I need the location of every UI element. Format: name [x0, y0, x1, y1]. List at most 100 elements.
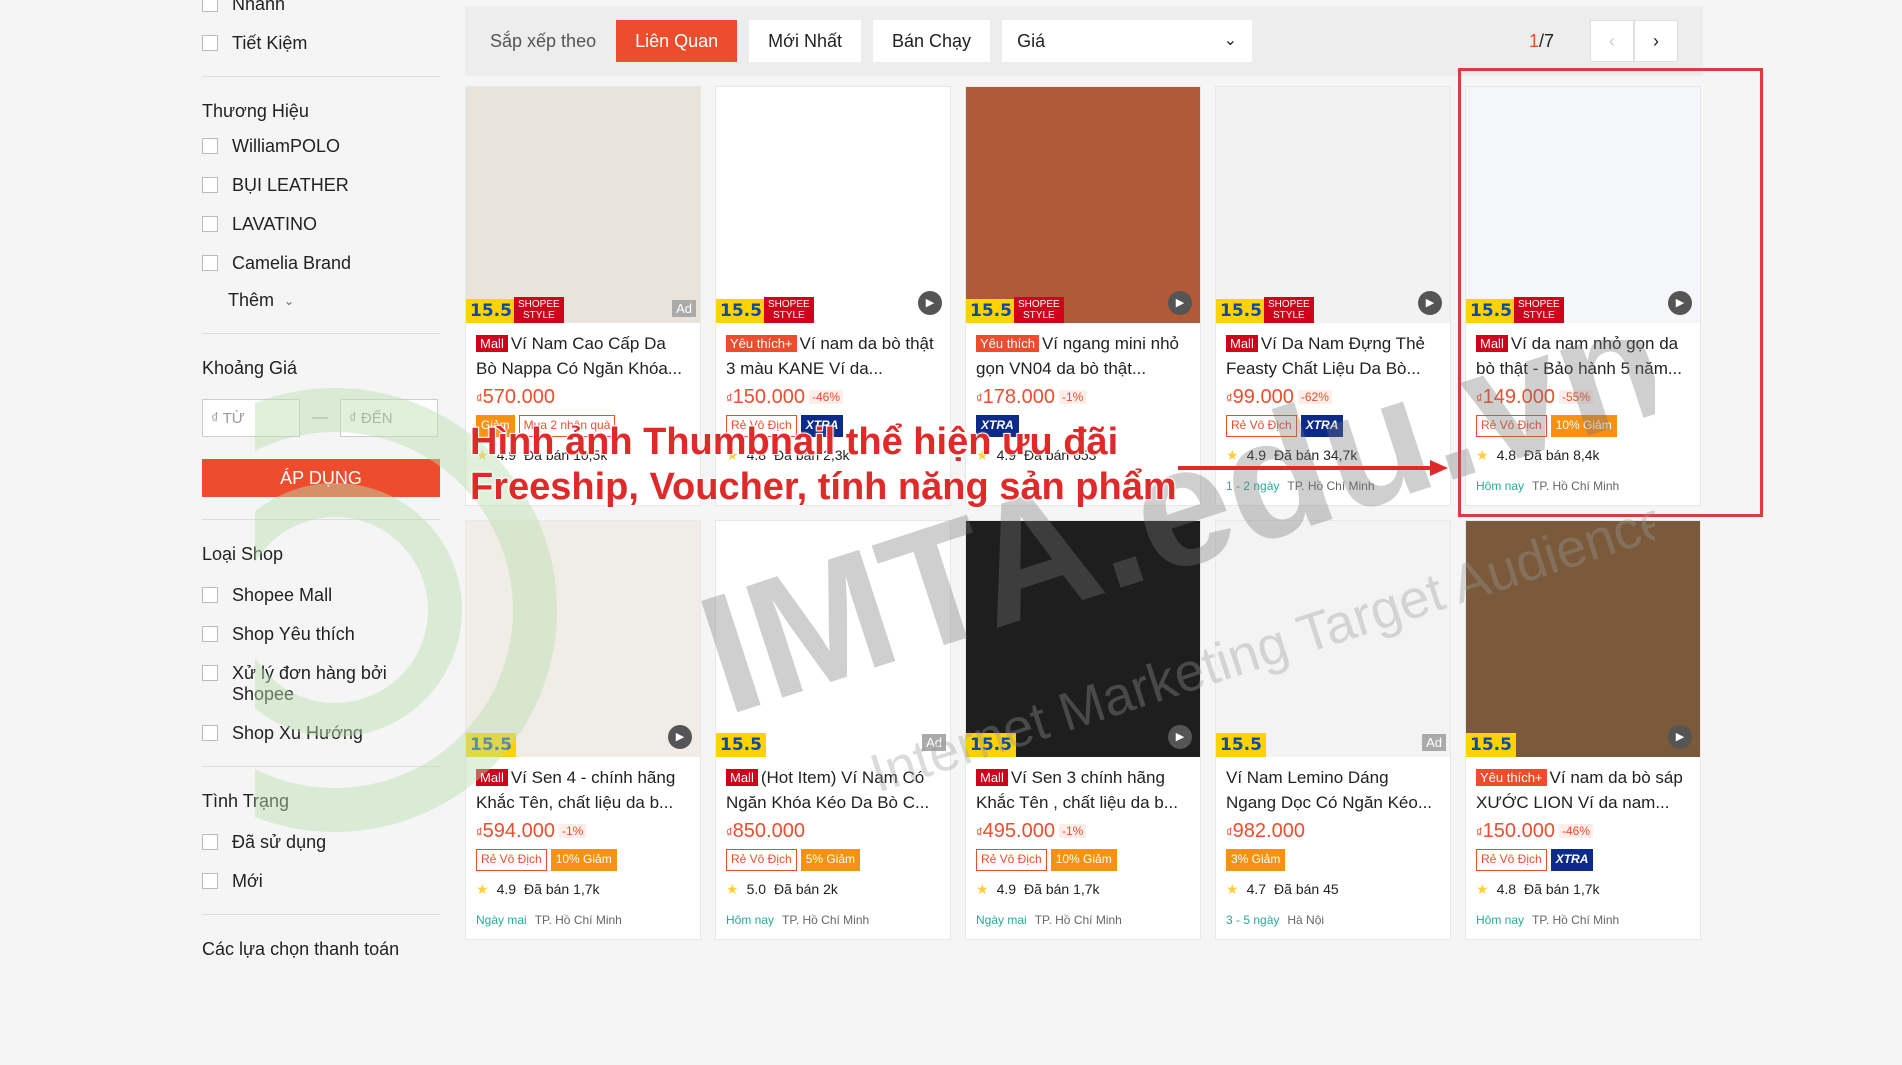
filter-shipping-economy[interactable]: Tiết Kiệm — [202, 33, 440, 54]
play-icon[interactable]: ▶ — [1668, 725, 1692, 749]
shopee-style-badge: SHOPEE STYLE — [1264, 297, 1314, 323]
filter-new[interactable]: Mới — [202, 871, 440, 892]
annotation-arrow-icon — [1178, 460, 1448, 476]
product-thumbnail[interactable]: 15.5 ▶ — [966, 521, 1200, 757]
filter-preferred-shop[interactable]: Shop Yêu thích — [202, 624, 440, 645]
promo-labels: Rẻ Vô Địch XTRA — [1226, 415, 1440, 437]
divider — [202, 519, 440, 520]
apply-price-button[interactable]: ÁP DỤNG — [202, 459, 440, 497]
checkbox-icon[interactable] — [202, 725, 218, 741]
product-name[interactable]: Mall Ví Nam Cao Cấp Da Bò Nappa Có Ngăn K… — [476, 331, 690, 381]
product-thumbnail[interactable]: 15.5 SHOPEE STYLE ▶ — [1216, 87, 1450, 323]
product-thumbnail[interactable]: 15.5 SHOPEE STYLE Ad — [466, 87, 700, 323]
currency-icon: ₫ — [1226, 391, 1233, 406]
product-card[interactable]: 15.5 Ad Mall (Hot Item) Ví Nam Có Ngăn Khó… — [715, 520, 951, 940]
rating-row: ★ 4.7 Đã bán 45 — [1226, 877, 1440, 902]
product-name[interactable]: Yêu thích+ Ví nam da bò sáp XƯỚC LION Ví … — [1476, 765, 1690, 815]
checkbox-icon[interactable] — [202, 216, 218, 232]
checkbox-icon[interactable] — [202, 665, 218, 681]
play-icon[interactable]: ▶ — [1418, 291, 1442, 315]
filter-used[interactable]: Đã sử dụng — [202, 832, 440, 853]
filter-trending-shop[interactable]: Shop Xu Hướng — [202, 723, 440, 744]
ad-badge: Ad — [922, 734, 946, 751]
price-from-input[interactable]: ₫ TỪ — [202, 399, 300, 437]
promo-labels: Rẻ Vô Địch 10% Giảm — [476, 849, 690, 871]
checkbox-icon[interactable] — [202, 138, 218, 154]
sold-count: Đã bán 1,7k — [1524, 881, 1600, 897]
checkbox-icon[interactable] — [202, 873, 218, 889]
sort-newest-button[interactable]: Mới Nhất — [749, 20, 861, 62]
sort-price-select[interactable]: Giá ⌄ — [1002, 20, 1253, 62]
prev-page-button[interactable]: ‹ — [1590, 20, 1634, 62]
location-text: TP. Hồ Chí Minh — [1034, 913, 1122, 927]
product-name[interactable]: Mall Ví Da Nam Đựng Thẻ Feasty Chất Liệu … — [1226, 331, 1440, 381]
product-thumbnail[interactable]: 15.5 Ad — [1216, 521, 1450, 757]
discount-badge: -46% — [808, 390, 843, 404]
product-thumbnail[interactable]: 15.5 ▶ — [466, 521, 700, 757]
filter-shopee-mall[interactable]: Shopee Mall — [202, 585, 440, 606]
price-to-input[interactable]: ₫ ĐẾN — [340, 399, 438, 437]
checkbox-icon[interactable] — [202, 0, 218, 12]
product-price: ₫99.000 -62% — [1226, 385, 1440, 411]
checkbox-icon[interactable] — [202, 626, 218, 642]
divider — [202, 333, 440, 334]
delivery-time: Ngày mai — [976, 913, 1027, 927]
product-name[interactable]: Mall Ví Sen 4 - chính hãng Khắc Tên, chất… — [476, 765, 690, 815]
star-icon: ★ — [476, 881, 489, 897]
product-card[interactable]: 15.5 ▶ Mall Ví Sen 4 - chính hãng Khắc Tên… — [465, 520, 701, 940]
sale-badge: 15.5 — [716, 733, 766, 757]
sold-count: Đã bán 2k — [774, 881, 838, 897]
product-card[interactable]: 15.5 Ad Ví Nam Lemino Dáng Ngang Dọc Có N… — [1215, 520, 1451, 940]
brand-section-title: Thương Hiệu — [202, 101, 309, 121]
product-thumbnail[interactable]: 15.5 SHOPEE STYLE ▶ — [966, 87, 1200, 323]
sort-relevant-button[interactable]: Liên Quan — [616, 20, 738, 62]
sold-count: Đã bán 1,7k — [524, 881, 600, 897]
option-label: Xử lý đơn hàng bởi Shopee — [232, 663, 387, 704]
product-thumbnail[interactable]: 15.5 ▶ — [1466, 521, 1700, 757]
option-label: Mới — [232, 871, 263, 891]
product-name[interactable]: Ví Nam Lemino Dáng Ngang Dọc Có Ngăn Kéo… — [1226, 765, 1440, 815]
product-card[interactable]: 15.5 ▶ Yêu thích+ Ví nam da bò sáp XƯỚC LI… — [1465, 520, 1701, 940]
product-name[interactable]: Yêu thích+ Ví nam da bò thật 3 màu KANE V… — [726, 331, 940, 381]
filter-fulfilled-by-shopee[interactable]: Xử lý đơn hàng bởi Shopee — [202, 663, 440, 705]
sort-bestselling-button[interactable]: Bán Chạy — [873, 20, 991, 62]
filter-brand-lavatino[interactable]: LAVATINO — [202, 214, 440, 235]
discount-badge: -1% — [1058, 824, 1087, 838]
ad-badge: Ad — [1422, 734, 1446, 751]
product-thumbnail[interactable]: 15.5 SHOPEE STYLE ▶ — [716, 87, 950, 323]
play-icon[interactable]: ▶ — [918, 291, 942, 315]
rating-value: 4.9 — [496, 881, 517, 897]
price-value: 982.000 — [1232, 820, 1305, 842]
delivery-time: 3 - 5 ngày — [1226, 913, 1280, 927]
product-card[interactable]: 15.5 SHOPEE STYLE ▶ Mall Ví Da Nam Đựng Thẻ … — [1215, 86, 1451, 506]
promo-label: 5% Giảm — [800, 849, 861, 871]
checkbox-icon[interactable] — [202, 255, 218, 271]
product-price: ₫495.000 -1% — [976, 819, 1190, 845]
product-card[interactable]: 15.5 ▶ Mall Ví Sen 3 chính hãng Khắc Tên ,… — [965, 520, 1201, 940]
shop-tag: Mall — [476, 769, 508, 786]
filter-brand-williampolo[interactable]: WilliamPOLO — [202, 136, 440, 157]
checkbox-icon[interactable] — [202, 587, 218, 603]
play-icon[interactable]: ▶ — [1168, 725, 1192, 749]
product-name[interactable]: Yêu thích Ví ngang mini nhỏ gọn VN04 da b… — [976, 331, 1190, 381]
sold-count: Đã bán 45 — [1274, 881, 1339, 897]
checkbox-icon[interactable] — [202, 834, 218, 850]
filter-brand-camelia[interactable]: Camelia Brand — [202, 253, 440, 274]
product-name[interactable]: Mall Ví Sen 3 chính hãng Khắc Tên , chất … — [976, 765, 1190, 815]
play-icon[interactable]: ▶ — [668, 725, 692, 749]
delivery-time: Hôm nay — [1476, 913, 1525, 927]
play-icon[interactable]: ▶ — [1168, 291, 1192, 315]
product-info: Mall Ví Sen 3 chính hãng Khắc Tên , chất … — [966, 757, 1200, 939]
checkbox-icon[interactable] — [202, 177, 218, 193]
price-value: 495.000 — [982, 820, 1055, 842]
option-label: Camelia Brand — [232, 253, 352, 273]
checkbox-icon[interactable] — [202, 35, 218, 51]
filter-shipping-fast[interactable]: Nhanh — [202, 0, 440, 15]
filter-brand-bui-leather[interactable]: BỤI LEATHER — [202, 175, 440, 196]
product-thumbnail[interactable]: 15.5 Ad — [716, 521, 950, 757]
option-label: Shop Yêu thích — [232, 624, 355, 644]
product-name[interactable]: Mall (Hot Item) Ví Nam Có Ngăn Khóa Kéo D… — [726, 765, 940, 815]
next-page-button[interactable]: › — [1634, 20, 1678, 62]
more-brands-button[interactable]: Thêm ⌄ — [228, 290, 440, 311]
product-price: ₫850.000 — [726, 819, 940, 845]
